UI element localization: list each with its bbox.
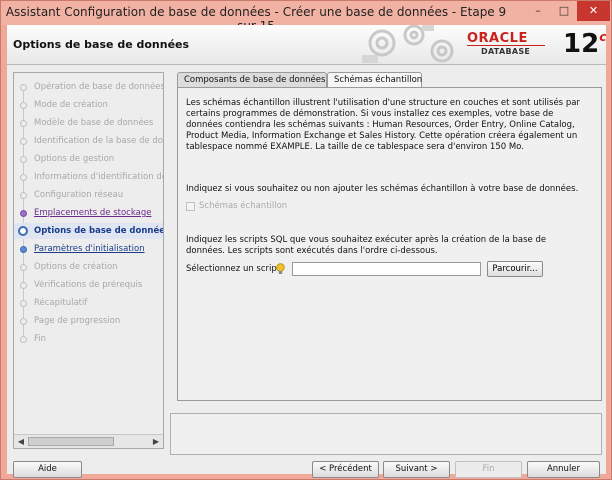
nav-step-management-options: Options de gestion [14,151,163,167]
nav-step-label: Options de base de données [34,226,163,236]
nav-step-label: Identification de la base de donnée [34,136,163,146]
nav-step-summary: Récapitulatif [14,295,163,311]
nav-step-database-identification: Identification de la base de donnée [14,133,163,149]
nav-horizontal-scrollbar[interactable]: ◀ ▶ [14,434,163,448]
scroll-right-arrow-icon[interactable]: ▶ [149,435,163,448]
browse-button[interactable]: Parcourir... [487,261,543,277]
nav-step-label: Options de création [34,262,118,272]
nav-step-label[interactable]: Paramètres d'initialisation [34,244,145,254]
script-select-label: Sélectionnez un script [186,264,281,274]
nav-step-label: Informations d'identification de la [34,172,163,182]
nav-step-network-config: Configuration réseau [14,187,163,203]
version-number: 12 [563,29,600,59]
lightbulb-hint-icon [276,263,285,274]
steps-list: Opération de base de données Mode de cré… [14,73,163,433]
nav-step-label: Page de progression [34,316,121,326]
nav-step-label: Vérifications de prérequis [34,280,143,290]
add-schemas-question: Indiquez si vous souhaitez ou non ajoute… [186,184,579,194]
footer-buttons: Aide < Précédent Suivant > Fin Annuler [7,461,606,478]
current-step-icon [18,226,28,236]
nav-step-label: Modèle de base de données [34,118,154,128]
scripts-instructions: Indiquez les scripts SQL que vous souhai… [186,235,547,256]
header-banner: Options de base de données ORACLE DATABA… [7,25,606,65]
nav-step-label: Fin [34,334,47,344]
nav-step-creation-options: Options de création [14,259,163,275]
nav-step-label: Options de gestion [34,154,115,164]
nav-step-database-operation: Opération de base de données [14,79,163,95]
oracle-logo-subtitle: DATABASE [481,47,531,56]
help-button[interactable]: Aide [13,461,82,478]
step-dot-icon [20,156,27,163]
script-selection-row: Sélectionnez un script Parcourir... [186,261,596,277]
finish-button[interactable]: Fin [455,461,522,478]
step-dot-icon [20,192,27,199]
previous-button[interactable]: < Précédent [312,461,379,478]
step-dot-icon [20,138,27,145]
maximize-button[interactable]: □ [551,1,577,21]
step-dot-icon [20,210,27,217]
nav-step-label: Configuration réseau [34,190,124,200]
steps-navigation: Opération de base de données Mode de cré… [13,72,164,449]
step-dot-icon [20,318,27,325]
cancel-button[interactable]: Annuler [527,461,600,478]
step-dot-icon [20,84,27,91]
step-dot-icon [20,282,27,289]
title-bar[interactable]: Assistant Configuration de base de donné… [1,1,611,33]
nav-step-progress-page: Page de progression [14,313,163,329]
nav-step-finish: Fin [14,331,163,347]
minimize-button[interactable]: – [525,1,551,21]
sample-schemas-panel: Les schémas échantillon illustrent l'uti… [177,87,602,401]
version-badge: 12c [563,29,606,59]
next-button[interactable]: Suivant > [383,461,450,478]
tab-database-components[interactable]: Composants de base de données [177,72,327,88]
checkbox-box[interactable] [186,202,195,211]
version-suffix: c [599,30,606,44]
nav-step-label: Opération de base de données [34,82,163,92]
scroll-left-arrow-icon[interactable]: ◀ [14,435,28,448]
nav-step-prereq-checks: Vérifications de prérequis [14,277,163,293]
close-button[interactable]: ✕ [577,1,610,21]
nav-step-label: Mode de création [34,100,108,110]
gears-decoration-icon [362,25,454,63]
scrollbar-thumb[interactable] [28,437,114,446]
nav-step-storage-locations[interactable]: Emplacements de stockage [14,205,163,221]
step-dot-icon [20,102,27,109]
nav-step-database-options[interactable]: Options de base de données [14,223,163,239]
script-path-input[interactable] [292,262,481,276]
step-dot-icon [20,264,27,271]
checkbox-label: Schémas échantillon [199,201,288,211]
page-title: Options de base de données [13,38,190,51]
intro-text: Les schémas échantillon illustrent l'uti… [186,98,580,152]
step-dot-icon [20,300,27,307]
oracle-logo-rule [467,45,545,46]
nav-step-credentials: Informations d'identification de la [14,169,163,185]
step-dot-icon [20,336,27,343]
nav-step-creation-mode: Mode de création [14,97,163,113]
application-window: Assistant Configuration de base de donné… [0,0,612,480]
dialog-client-area: Options de base de données ORACLE DATABA… [7,25,606,478]
nav-step-label: Récapitulatif [34,298,88,308]
oracle-logo: ORACLE DATABASE [467,31,547,59]
nav-step-database-template: Modèle de base de données [14,115,163,131]
step-dot-icon [20,246,27,253]
nav-step-init-parameters[interactable]: Paramètres d'initialisation [14,241,163,257]
nav-step-label[interactable]: Emplacements de stockage [34,208,151,218]
step-dot-icon [20,174,27,181]
step-dot-icon [20,120,27,127]
message-area [170,413,602,455]
oracle-logo-word: ORACLE [467,31,528,46]
